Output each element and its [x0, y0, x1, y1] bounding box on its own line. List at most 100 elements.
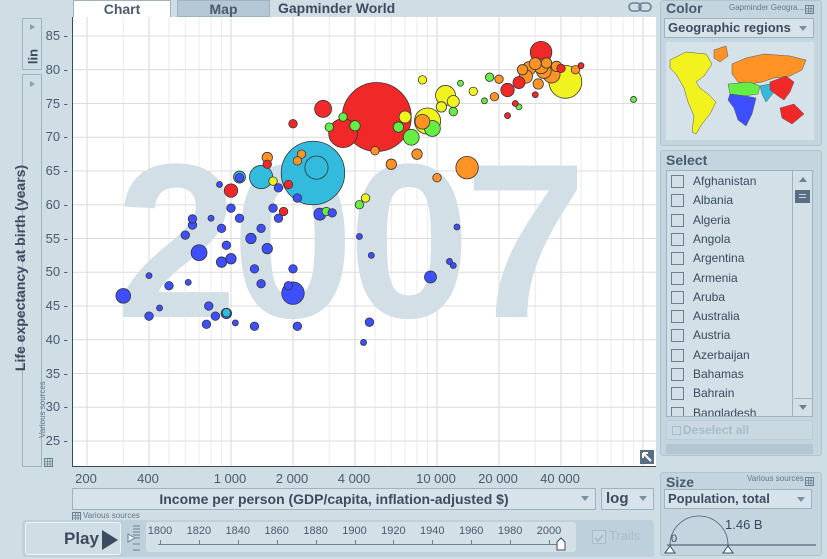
country-bubble[interactable]: [245, 232, 257, 245]
country-bubble[interactable]: [115, 288, 132, 304]
country-bubble[interactable]: [481, 97, 488, 105]
table-icon[interactable]: [805, 5, 814, 14]
country-bubble[interactable]: [231, 319, 239, 327]
scroll-down-button[interactable]: [794, 398, 812, 416]
scroll-thumb[interactable]: [795, 190, 810, 203]
country-bubble[interactable]: [360, 193, 371, 203]
country-bubble[interactable]: [417, 75, 428, 85]
country-bubble[interactable]: [531, 91, 539, 99]
country-checkbox[interactable]: [671, 213, 684, 227]
country-list-item[interactable]: Australia: [667, 307, 791, 326]
country-bubble[interactable]: [234, 213, 245, 223]
country-checkbox[interactable]: [671, 368, 684, 381]
country-bubble[interactable]: [292, 193, 303, 203]
table-icon[interactable]: [44, 458, 53, 467]
country-bubble[interactable]: [225, 253, 237, 265]
country-bubble[interactable]: [414, 113, 431, 130]
trails-checkbox[interactable]: [592, 530, 606, 544]
country-bubble[interactable]: [484, 72, 495, 82]
country-bubble[interactable]: [262, 159, 272, 169]
x-source-label[interactable]: Various sources: [83, 511, 140, 520]
tab-map[interactable]: Map: [177, 0, 270, 17]
country-bubble[interactable]: [528, 57, 542, 71]
color-source-label[interactable]: Gapminder Geogra...: [729, 3, 804, 12]
country-bubble[interactable]: [364, 317, 375, 327]
country-list-item[interactable]: Aruba: [667, 288, 791, 307]
expand-arrow-icon[interactable]: [640, 450, 654, 464]
country-bubble[interactable]: [512, 76, 526, 89]
country-bubble[interactable]: [180, 230, 190, 240]
country-bubble[interactable]: [532, 78, 544, 90]
time-slider-handle[interactable]: [556, 537, 566, 551]
country-bubble[interactable]: [468, 86, 478, 96]
country-bubble[interactable]: [145, 272, 153, 280]
x-indicator-dropdown[interactable]: Income per person (GDP/capita, inflation…: [72, 488, 596, 510]
country-list-item[interactable]: Angola: [667, 230, 791, 249]
country-bubble[interactable]: [314, 100, 332, 118]
country-bubble[interactable]: [402, 128, 420, 146]
country-bubble[interactable]: [216, 223, 227, 234]
country-checkbox[interactable]: [671, 271, 684, 285]
x-scale-dropdown[interactable]: log: [601, 488, 654, 510]
country-bubble[interactable]: [216, 181, 223, 188]
country-list[interactable]: Afghanistan Albania Algeria Angola Argentina…: [666, 170, 813, 417]
country-bubble[interactable]: [455, 156, 479, 180]
country-bubble[interactable]: [446, 95, 460, 108]
country-bubble[interactable]: [164, 281, 174, 291]
country-bubble[interactable]: [207, 214, 215, 222]
country-bubble[interactable]: [489, 92, 500, 102]
country-bubble[interactable]: [494, 74, 504, 84]
country-list-item[interactable]: Algeria: [667, 211, 791, 230]
country-bubble[interactable]: [268, 203, 278, 213]
country-checkbox[interactable]: [671, 329, 684, 343]
play-button[interactable]: Play: [25, 522, 121, 555]
country-bubble[interactable]: [223, 183, 239, 198]
country-bubble[interactable]: [540, 57, 553, 69]
region-color-map[interactable]: [666, 42, 814, 140]
country-bubble[interactable]: [226, 203, 236, 213]
country-bubble[interactable]: [577, 62, 585, 70]
country-bubble[interactable]: [424, 270, 437, 284]
country-bubble[interactable]: [256, 279, 266, 289]
country-bubble[interactable]: [156, 304, 163, 312]
country-bubble[interactable]: [256, 223, 266, 234]
country-list-item[interactable]: Armenia: [667, 269, 791, 288]
country-list-item[interactable]: Austria: [667, 326, 791, 345]
country-bubble[interactable]: [234, 173, 245, 183]
country-checkbox[interactable]: [671, 252, 684, 266]
bubble-chart[interactable]: 2007: [73, 17, 656, 467]
country-list-item[interactable]: Afghanistan: [667, 172, 791, 191]
country-checkbox[interactable]: [671, 310, 684, 324]
country-bubble[interactable]: [144, 311, 154, 321]
country-bubble[interactable]: [304, 155, 329, 180]
country-bubble[interactable]: [324, 122, 334, 132]
country-bubble[interactable]: [354, 200, 365, 210]
country-bubble[interactable]: [215, 256, 228, 268]
size-indicator-dropdown[interactable]: Population, total: [664, 489, 812, 509]
country-bubble[interactable]: [630, 96, 637, 103]
country-bubble[interactable]: [432, 173, 442, 183]
country-list-item[interactable]: Bahrain: [667, 384, 791, 403]
country-bubble[interactable]: [288, 119, 298, 129]
y-axis-label[interactable]: Life expectancy at birth (years): [12, 118, 28, 418]
country-bubble[interactable]: [327, 208, 337, 218]
link-icon[interactable]: [628, 1, 652, 13]
color-indicator-dropdown[interactable]: Geographic regions: [664, 18, 814, 38]
country-bubble[interactable]: [184, 278, 192, 286]
country-bubble[interactable]: [392, 121, 405, 133]
country-bubble[interactable]: [292, 156, 303, 166]
country-bubble[interactable]: [453, 223, 461, 231]
country-bubble[interactable]: [511, 100, 519, 107]
country-bubble[interactable]: [385, 158, 397, 170]
country-bubble[interactable]: [457, 79, 464, 87]
country-bubble[interactable]: [349, 120, 361, 132]
country-checkbox[interactable]: [671, 387, 684, 401]
deselect-all-button[interactable]: Deselect all: [666, 420, 813, 440]
country-bubble[interactable]: [210, 311, 221, 321]
country-bubble[interactable]: [516, 64, 529, 76]
country-bubble[interactable]: [338, 112, 348, 122]
country-bubble[interactable]: [288, 264, 298, 274]
country-list-item[interactable]: Argentina: [667, 249, 791, 268]
country-bubble[interactable]: [268, 176, 278, 186]
list-scrollbar[interactable]: [792, 171, 812, 416]
